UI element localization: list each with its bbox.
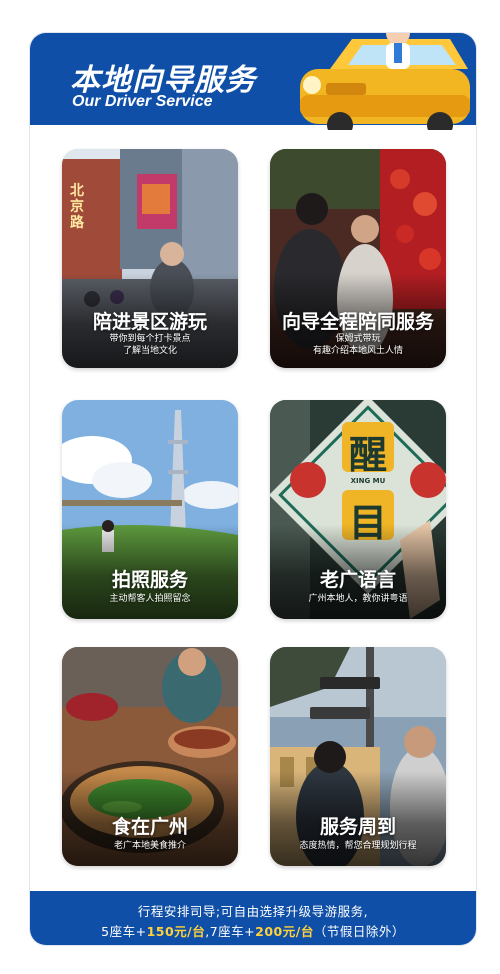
tile-full-guide[interactable]: 向导全程陪同服务 保姆式带玩 有趣介绍本地风土人情	[270, 149, 446, 368]
tile-subtitle: 主动帮客人拍照留念	[109, 594, 191, 604]
tile-subtitle: 有趣介绍本地风土人情	[312, 346, 403, 356]
tile-subtitle: 广州本地人，教你讲粤语	[308, 594, 408, 604]
tile-subtitle: 带你到每个打卡景点	[109, 334, 191, 344]
tile-photo-service[interactable]: 拍照服务 主动帮客人拍照留念	[62, 400, 238, 619]
poster-pinyin: XING MU	[350, 477, 386, 485]
tile-subtitle: 保姆式带玩	[335, 334, 381, 344]
tile-cantonese-language[interactable]: 醒 XING MU 目 老广语言 广州本地人，教你讲粤语	[270, 400, 446, 619]
tile-scenic-tour[interactable]: 北京路 陪进景区游玩 带你到每个打卡景点 了解当地文化	[62, 149, 238, 368]
tile-title: 食在广州	[111, 816, 188, 838]
header-banner: 本地向导服务 Our Driver Service	[30, 33, 476, 130]
pricing-line-2: 5座车+150元/台,7座车+200元/台（节假日除外）	[30, 921, 476, 940]
pricing-footer: 行程安排司导;可自由选择升级导游服务, 5座车+150元/台,7座车+200元/…	[30, 891, 476, 945]
service-card: 本地向导服务 Our Driver Service 北京路 陪进景区游玩 带你到…	[30, 33, 476, 945]
cartoon-car-illustration	[300, 33, 470, 130]
tile-title: 向导全程陪同服务	[281, 311, 434, 333]
tile-food[interactable]: 食在广州 老广本地美食推介	[62, 647, 238, 866]
page: 本地向导服务 Our Driver Service 北京路 陪进景区游玩 带你到…	[0, 0, 500, 974]
pricing-line-1: 行程安排司导;可自由选择升级导游服务,	[137, 904, 369, 919]
street-sign: 北京路	[70, 183, 84, 231]
pricing-note: （节假日除外）	[313, 924, 405, 939]
price-5-seat: 150元/台	[146, 924, 206, 939]
pricing-text: ,7座车+	[205, 924, 256, 939]
tile-subtitle: 态度热情，帮您合理规划行程	[299, 841, 417, 851]
tile-title: 陪进景区游玩	[92, 311, 207, 333]
tile-attentive-service[interactable]: 服务周到 态度热情，帮您合理规划行程	[270, 647, 446, 866]
tile-title: 老广语言	[319, 569, 396, 591]
tile-title: 拍照服务	[111, 569, 188, 591]
poster-char-top: 醒	[348, 433, 387, 477]
tile-subtitle: 老广本地美食推介	[113, 841, 186, 851]
page-subtitle: Our Driver Service	[72, 93, 213, 110]
price-7-seat: 200元/台	[255, 924, 314, 939]
tile-subtitle: 了解当地文化	[122, 346, 177, 356]
tile-title: 服务周到	[319, 816, 396, 838]
pricing-text: 5座车+	[101, 924, 147, 939]
